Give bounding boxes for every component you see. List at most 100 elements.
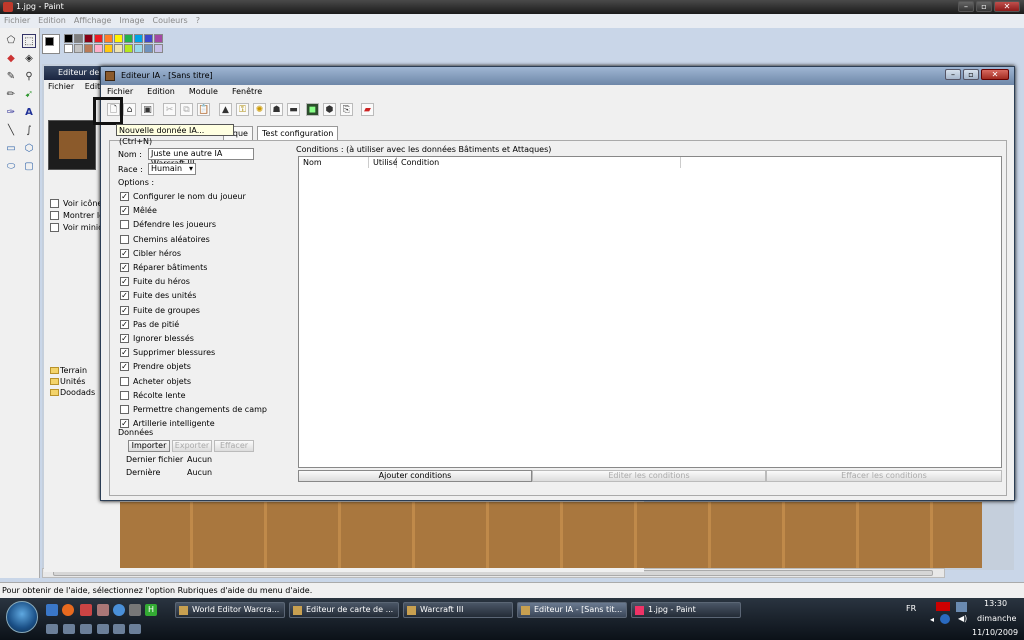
trigger-editor-icon[interactable]: ⚿ bbox=[236, 103, 249, 116]
help-tray-icon[interactable] bbox=[940, 614, 950, 624]
option-checkbox[interactable]: ✓ Fuite du héros bbox=[120, 276, 190, 287]
option-checkbox[interactable]: ✓ Mêlée bbox=[120, 205, 157, 216]
start-button[interactable] bbox=[6, 601, 38, 633]
campaign-editor-icon[interactable]: ▬ bbox=[287, 103, 300, 116]
test-map-icon[interactable]: ▰ bbox=[361, 103, 374, 116]
option-checkbox[interactable]: ✓ Fuite de groupes bbox=[120, 305, 200, 316]
free-select-icon[interactable]: ⬠ bbox=[4, 34, 18, 48]
ia-menu-edition[interactable]: Edition bbox=[147, 87, 175, 96]
rect-select-icon[interactable]: ⬚ bbox=[22, 34, 36, 48]
ia-minimize-button[interactable]: – bbox=[945, 69, 961, 80]
option-checkbox[interactable]: ✓ Pas de pitié bbox=[120, 319, 179, 330]
add-conditions-button[interactable]: Ajouter conditions bbox=[298, 470, 532, 482]
column-utilise[interactable]: Utilisé bbox=[369, 157, 398, 168]
quicklaunch-tool-icon[interactable] bbox=[129, 604, 141, 616]
tray-launch-icon[interactable] bbox=[129, 624, 141, 634]
tree-item-doodads[interactable]: Doodads bbox=[48, 387, 102, 398]
open-folder-icon[interactable]: ⌂ bbox=[123, 103, 136, 116]
quicklaunch-editor-icon[interactable] bbox=[97, 604, 109, 616]
taskbar-item[interactable]: World Editor Warcra... bbox=[175, 602, 285, 618]
menu-edition[interactable]: Edition bbox=[38, 16, 66, 25]
tab-test-configuration[interactable]: Test configuration bbox=[257, 126, 339, 140]
fill-icon[interactable]: ◈ bbox=[22, 52, 36, 66]
quicklaunch-h-icon[interactable]: H bbox=[145, 604, 157, 616]
tray-launch-icon[interactable] bbox=[63, 624, 75, 634]
option-checkbox[interactable]: Récolte lente bbox=[120, 390, 186, 401]
option-checkbox[interactable]: Acheter objets bbox=[120, 376, 191, 387]
clear-conditions-button[interactable]: Effacer les conditions bbox=[766, 470, 1002, 482]
taskbar-item-active[interactable]: Editeur IA - [Sans tit... bbox=[517, 602, 627, 618]
color-swatch[interactable] bbox=[114, 44, 123, 53]
tray-launch-icon[interactable] bbox=[80, 624, 92, 634]
color-swatch[interactable] bbox=[154, 44, 163, 53]
tray-launch-icon[interactable] bbox=[113, 624, 125, 634]
name-input[interactable]: Juste une autre IA Warcraft III bbox=[148, 148, 254, 168]
rounded-rect-icon[interactable]: ▢ bbox=[22, 160, 36, 174]
column-condition[interactable]: Condition bbox=[397, 157, 681, 168]
maximize-button[interactable]: ▫ bbox=[976, 1, 992, 12]
close-button[interactable]: ✕ bbox=[994, 1, 1020, 12]
taskbar-item[interactable]: Editeur de carte de ... bbox=[289, 602, 399, 618]
ai-editor-icon[interactable]: ◼ bbox=[306, 103, 319, 116]
menu-help[interactable]: ? bbox=[196, 16, 200, 25]
eraser-icon[interactable]: ◆ bbox=[4, 52, 18, 66]
conditions-list[interactable]: Nom Utilisé Condition bbox=[298, 156, 1002, 468]
option-checkbox[interactable]: Défendre les joueurs bbox=[120, 219, 216, 230]
text-icon[interactable]: A bbox=[22, 106, 36, 120]
color-swatch[interactable] bbox=[134, 44, 143, 53]
tree-item-terrain[interactable]: Terrain bbox=[48, 365, 102, 376]
curve-icon[interactable]: ∫ bbox=[22, 124, 36, 138]
option-voir-icones[interactable]: Voir icônes bbox=[50, 198, 106, 209]
option-checkbox[interactable]: ✓ Supprimer blessures bbox=[120, 347, 215, 358]
color-swatch[interactable] bbox=[64, 34, 73, 43]
rectangle-icon[interactable]: ▭ bbox=[4, 142, 18, 156]
color-swatch[interactable] bbox=[64, 44, 73, 53]
we-menu-fichier[interactable]: Fichier bbox=[48, 82, 74, 91]
ia-menu-module[interactable]: Module bbox=[189, 87, 218, 96]
export-button[interactable]: Exporter bbox=[172, 440, 212, 452]
color-swatch[interactable] bbox=[84, 44, 93, 53]
volume-icon[interactable]: ◀) bbox=[958, 614, 967, 623]
quicklaunch-desktop-icon[interactable] bbox=[46, 604, 58, 616]
option-checkbox[interactable]: ✓ Cibler héros bbox=[120, 248, 181, 259]
object-editor-icon[interactable]: ☗ bbox=[270, 103, 283, 116]
race-select[interactable]: Humain ▾ bbox=[148, 163, 196, 175]
option-checkbox[interactable]: ✓ Configurer le nom du joueur bbox=[120, 191, 246, 202]
option-checkbox[interactable]: ✓ Fuite des unités bbox=[120, 290, 196, 301]
brush-icon[interactable]: ➹ bbox=[22, 88, 36, 102]
taskbar-item[interactable]: 1.jpg - Paint bbox=[631, 602, 741, 618]
menu-fichier[interactable]: Fichier bbox=[4, 16, 30, 25]
airbrush-icon[interactable]: ✑ bbox=[4, 106, 18, 120]
polygon-icon[interactable]: ⬡ bbox=[22, 142, 36, 156]
quicklaunch-app-icon[interactable] bbox=[80, 604, 92, 616]
save-icon[interactable]: ▣ bbox=[141, 103, 154, 116]
terrain-editor-icon[interactable]: ▲ bbox=[219, 103, 232, 116]
clock-date[interactable]: 11/10/2009 bbox=[972, 628, 1018, 637]
pencil-icon[interactable]: ✏ bbox=[4, 88, 18, 102]
ellipse-icon[interactable]: ⬭ bbox=[4, 160, 18, 174]
zoom-icon[interactable]: ⚲ bbox=[22, 70, 36, 84]
tray-launch-icon[interactable] bbox=[46, 624, 58, 634]
edit-conditions-button[interactable]: Editer les conditions bbox=[532, 470, 766, 482]
option-voir-minicarte[interactable]: Voir minica bbox=[50, 222, 107, 233]
picker-icon[interactable]: ✎ bbox=[4, 70, 18, 84]
object-manager-icon[interactable]: ⬢ bbox=[323, 103, 336, 116]
quicklaunch-ie-icon[interactable] bbox=[113, 604, 125, 616]
color-swatch[interactable] bbox=[124, 44, 133, 53]
quicklaunch-firefox-icon[interactable] bbox=[62, 604, 74, 616]
menu-affichage[interactable]: Affichage bbox=[74, 16, 112, 25]
option-checkbox[interactable]: Permettre changements de camp bbox=[120, 404, 267, 415]
color-swatch[interactable] bbox=[144, 44, 153, 53]
show-hidden-icon[interactable]: ◂ bbox=[930, 615, 934, 624]
option-checkbox[interactable]: Chemins aléatoires bbox=[120, 234, 210, 245]
language-indicator[interactable]: FR bbox=[906, 604, 916, 613]
color-swatch[interactable] bbox=[154, 34, 163, 43]
color-swatch[interactable] bbox=[104, 34, 113, 43]
color-swatch[interactable] bbox=[74, 34, 83, 43]
sound-editor-icon[interactable]: ✺ bbox=[253, 103, 266, 116]
clear-button[interactable]: Effacer bbox=[214, 440, 254, 452]
copy-icon[interactable]: ⧉ bbox=[180, 103, 193, 116]
we-menu-edit[interactable]: Edit bbox=[85, 82, 101, 91]
color-swatch[interactable] bbox=[144, 34, 153, 43]
menu-image[interactable]: Image bbox=[119, 16, 144, 25]
